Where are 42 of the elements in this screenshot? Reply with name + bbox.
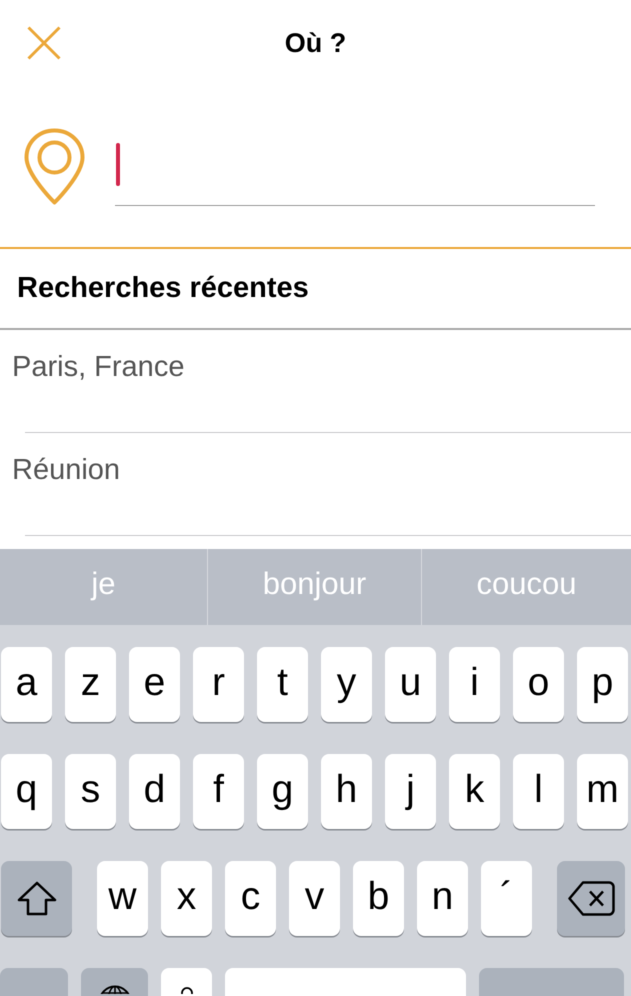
keyboard-key[interactable]: n (417, 861, 468, 936)
keyboard-key[interactable]: h (321, 754, 372, 829)
microphone-icon (180, 987, 192, 994)
keyboard-key[interactable]: l (513, 754, 564, 829)
section-heading: Recherches récentes (17, 272, 309, 305)
shift-key[interactable] (1, 861, 72, 936)
backspace-icon (568, 881, 614, 916)
location-pin-icon (24, 128, 85, 205)
keyboard-key[interactable]: v (289, 861, 340, 936)
keyboard-key[interactable]: i (449, 647, 500, 722)
keyboard-key[interactable]: c (225, 861, 276, 936)
screen-title: Où ? (284, 27, 346, 60)
keyboard-key[interactable]: j (385, 754, 436, 829)
keyboard-key[interactable]: m (577, 754, 628, 829)
shift-icon (16, 881, 56, 916)
globe-key[interactable] (81, 968, 148, 996)
keyboard-key[interactable]: s (65, 754, 116, 829)
globe-icon (98, 985, 132, 994)
keyboard-key[interactable]: b (353, 861, 404, 936)
keyboard-key[interactable]: t (257, 647, 308, 722)
keyboard-key[interactable]: a (1, 647, 52, 722)
keyboard-key[interactable]: d (129, 754, 180, 829)
keyboard-key[interactable]: u (385, 647, 436, 722)
recent-search-item[interactable]: Paris, France (0, 330, 631, 432)
keyboard-key[interactable]: q (1, 754, 52, 829)
keyboard-key[interactable]: p (577, 647, 628, 722)
keyboard-key[interactable]: r (193, 647, 244, 722)
keyboard-key[interactable]: g (257, 754, 308, 829)
keyboard-key[interactable]: x (161, 861, 212, 936)
keyboard-key[interactable]: e (129, 647, 180, 722)
keyboard-key[interactable]: o (513, 647, 564, 722)
keyboard-key[interactable]: f (193, 754, 244, 829)
delete-key[interactable] (557, 861, 625, 936)
recent-search-item[interactable]: Réunion (0, 433, 631, 535)
keyboard-key[interactable]: w (97, 861, 148, 936)
keyboard-key[interactable]: y (321, 647, 372, 722)
close-icon (27, 26, 61, 60)
keyboard-key[interactable]: ´ (481, 861, 532, 936)
microphone-key[interactable] (161, 968, 212, 996)
close-button[interactable] (27, 26, 61, 60)
keyboard-key[interactable]: k (449, 754, 500, 829)
keyboard-key[interactable]: z (65, 647, 116, 722)
